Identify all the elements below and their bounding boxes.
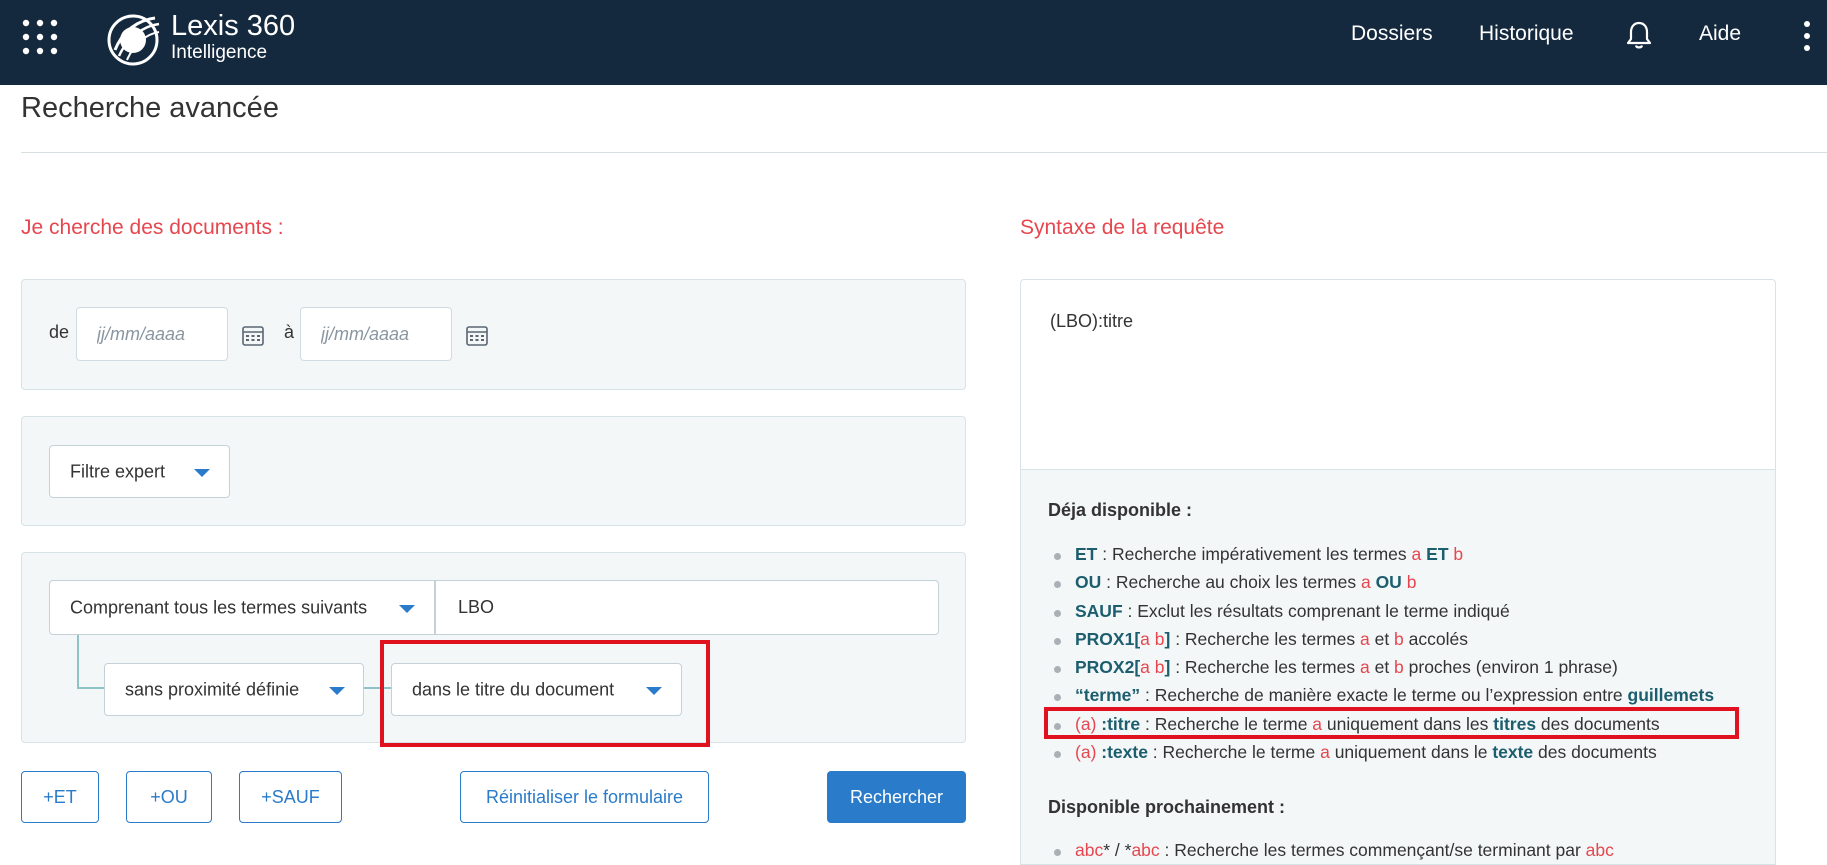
chevron-down-icon [194,468,210,477]
scope-select-label: dans le titre du document [412,679,615,699]
top-navigation-bar: Lexis 360 Intelligence Dossiers Historiq… [0,0,1827,85]
calendar-icon[interactable] [466,324,488,346]
apps-grid-icon[interactable] [22,19,58,55]
date-range-panel: de à [21,279,966,390]
chevron-down-icon [399,604,415,613]
upcoming-title: Disponible prochainement : [1048,797,1286,817]
syntax-item-prox1: PROX1[a b] : Recherche les termes a et b… [1048,625,1714,653]
calendar-icon[interactable] [242,324,264,346]
syntax-item-prox2: PROX2[a b] : Recherche les termes a et b… [1048,653,1714,681]
filter-select[interactable]: Filtre expert [49,445,230,498]
syntax-item-titre: (a) :titre : Recherche le terme a unique… [1048,710,1714,738]
proximity-select-label: sans proximité définie [125,679,300,699]
search-button[interactable]: Rechercher [827,771,966,823]
reset-form-button[interactable]: Réinitialiser le formulaire [460,771,709,823]
page-title: Recherche avancée [21,92,279,124]
term-mode-select[interactable]: Comprenant tous les termes suivants [49,580,435,635]
syntax-item-sauf: SAUF : Exclut les résultats comprenant l… [1048,597,1714,625]
nav-aide[interactable]: Aide [1699,22,1741,46]
syntax-heading: Syntaxe de la requête [1020,216,1225,239]
nav-dossiers[interactable]: Dossiers [1351,22,1433,46]
tree-connector [364,687,391,689]
syntax-item-ou: OU : Recherche au choix les termes a OU … [1048,568,1714,596]
upcoming-list: abc* / *abc : Recherche les termes comme… [1048,836,1614,864]
date-from-label: de [49,322,70,342]
title-divider [21,152,1827,153]
tree-connector [77,635,79,689]
add-not-button[interactable]: +SAUF [239,771,342,823]
kebab-menu-icon[interactable] [1800,21,1814,57]
nav-historique[interactable]: Historique [1479,22,1574,46]
date-from-input[interactable] [76,307,228,361]
date-to-input[interactable] [300,307,452,361]
term-input[interactable] [435,580,939,635]
add-or-button[interactable]: +OU [126,771,212,823]
logo-brand: Lexis 360 [171,10,296,42]
filter-select-label: Filtre expert [70,461,166,481]
search-form-heading: Je cherche des documents : [21,216,284,239]
filter-panel: Filtre expert [21,416,966,526]
syntax-item-exact: “terme” : Recherche de manière exacte le… [1048,681,1714,709]
terms-panel: Comprenant tous les termes suivants sans… [21,552,966,743]
tree-connector [77,687,107,689]
scope-select[interactable]: dans le titre du document [391,663,682,716]
lexis-logo-icon [107,14,160,66]
bell-icon[interactable] [1626,20,1652,50]
syntax-item-wildcard: abc* / *abc : Recherche les termes comme… [1048,836,1614,864]
term-mode-select-label: Comprenant tous les termes suivants [70,597,368,617]
available-list: ET : Recherche impérativement les termes… [1048,540,1714,766]
syntax-item-texte: (a) :texte : Recherche le terme a unique… [1048,738,1714,766]
syntax-help-panel: Déja disponible : ET : Recherche impérat… [1020,469,1776,865]
chevron-down-icon [646,686,662,695]
query-syntax-box[interactable] [1020,279,1776,469]
add-and-button[interactable]: +ET [21,771,99,823]
query-syntax-input[interactable] [1048,310,1752,333]
available-title: Déja disponible : [1048,500,1193,520]
proximity-select[interactable]: sans proximité définie [104,663,364,716]
logo-subtitle: Intelligence [171,42,268,63]
chevron-down-icon [329,686,345,695]
date-to-label: à [284,322,295,342]
syntax-item-et: ET : Recherche impérativement les termes… [1048,540,1714,568]
